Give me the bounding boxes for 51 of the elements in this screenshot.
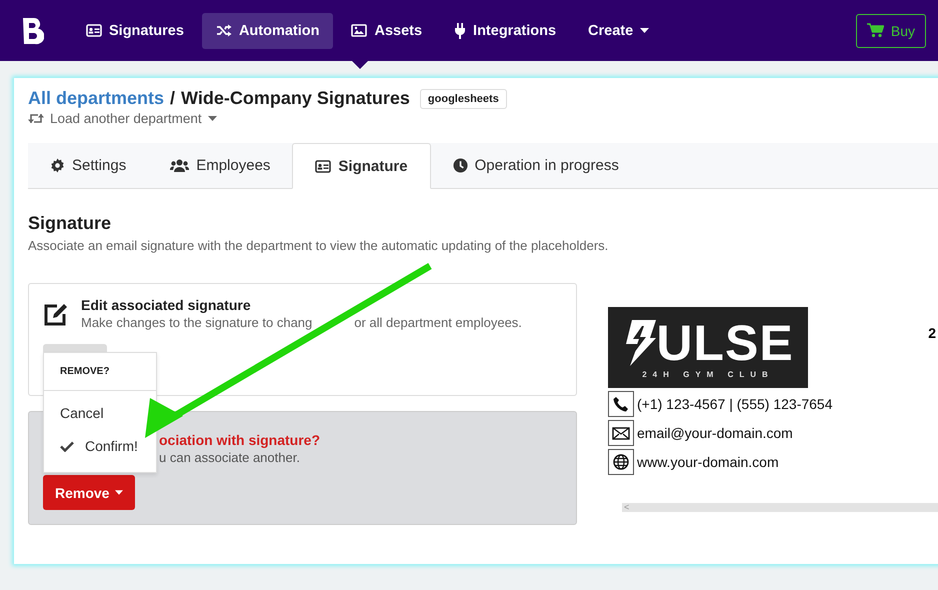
logo-text: ULSE: [656, 320, 794, 366]
menu-header: REMOVE?: [44, 353, 156, 391]
panel-description: or all department employees.: [354, 315, 522, 330]
department-title: Wide-Company Signatures: [181, 88, 410, 109]
nav-item[interactable]: Assets: [337, 12, 436, 48]
breadcrumb-separator: /: [170, 88, 176, 109]
caret-icon: [640, 28, 650, 33]
phone-icon: [613, 396, 629, 412]
contact-text: (+1) 123-4567 | (555) 123-7654: [637, 396, 832, 412]
nav-item[interactable]: Automation: [202, 12, 334, 48]
preview-text: 2: [928, 325, 936, 341]
tab[interactable]: Employees: [148, 143, 292, 188]
buy-button[interactable]: Buy: [856, 14, 926, 48]
nav-item[interactable]: Integrations: [440, 12, 570, 48]
image-icon: [351, 24, 368, 37]
envelope-icon: [612, 426, 630, 440]
id-card-icon: [315, 160, 332, 172]
repeat-icon: [28, 113, 44, 124]
logo-tagline: 24H GYM CLUB: [642, 370, 774, 379]
shuffle-icon: [216, 24, 232, 37]
contact-text: email@your-domain.com: [637, 425, 793, 441]
contact-text: www.your-domain.com: [637, 454, 779, 470]
cart-icon: [866, 23, 884, 38]
nav-item[interactable]: Create: [574, 12, 664, 48]
clock-icon: [452, 158, 468, 173]
panel-description: u can associate another.: [159, 450, 301, 465]
panel-title: ociation with signature?: [159, 432, 322, 448]
section-description: Associate an email signature with the department to view the automatic updating of the placeholders.: [28, 238, 610, 253]
caret-icon: [208, 116, 217, 121]
check-icon: [60, 440, 74, 452]
tab[interactable]: Signature: [292, 143, 431, 189]
tab[interactable]: Settings: [28, 143, 148, 188]
menu-item[interactable]: Cancel: [60, 405, 104, 421]
users-icon: [170, 159, 190, 172]
tab[interactable]: Operation in progress: [430, 143, 641, 188]
nav-item[interactable]: Signatures: [72, 12, 198, 48]
section-title: Signature: [28, 213, 112, 234]
caret-icon: [115, 490, 124, 495]
id-card-icon: [86, 24, 102, 37]
remove-button[interactable]: Remove: [43, 475, 136, 510]
logo-icon[interactable]: [22, 16, 44, 44]
globe-icon: [613, 454, 629, 470]
panel-title: Edit associated signature: [81, 297, 252, 313]
breadcrumb-link[interactable]: All departments: [28, 88, 164, 109]
edit-icon: [43, 303, 69, 327]
gear-icon: [50, 158, 65, 173]
source-tag: googlesheets: [420, 88, 507, 108]
menu-item[interactable]: Confirm!: [60, 438, 138, 454]
plug-icon: [454, 22, 466, 38]
panel-description: Make changes to the signature to chang: [81, 315, 312, 330]
load-department-link[interactable]: Load another department: [28, 111, 217, 126]
